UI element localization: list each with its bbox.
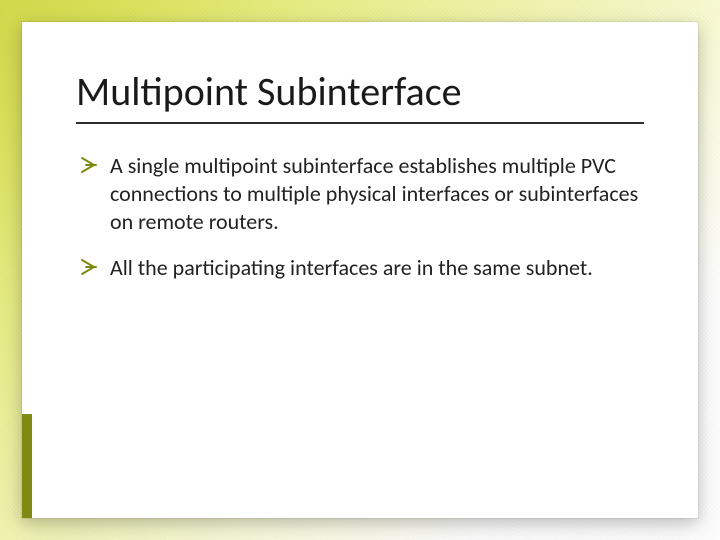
bullet-list: A single multipoint subinterface establi… xyxy=(76,152,644,283)
bullet-text: All the participating interfaces are in … xyxy=(110,254,644,282)
slide: Multipoint Subinterface A single multipo… xyxy=(0,0,720,540)
accent-bar xyxy=(22,414,32,518)
slide-title: Multipoint Subinterface xyxy=(76,70,644,114)
bullet-text: A single multipoint subinterface establi… xyxy=(110,152,644,236)
content-panel: Multipoint Subinterface A single multipo… xyxy=(22,22,698,518)
list-item: All the participating interfaces are in … xyxy=(80,254,644,282)
arrow-bullet-icon xyxy=(80,156,98,178)
arrow-bullet-icon xyxy=(80,258,98,280)
title-underline xyxy=(76,122,644,124)
list-item: A single multipoint subinterface establi… xyxy=(80,152,644,236)
